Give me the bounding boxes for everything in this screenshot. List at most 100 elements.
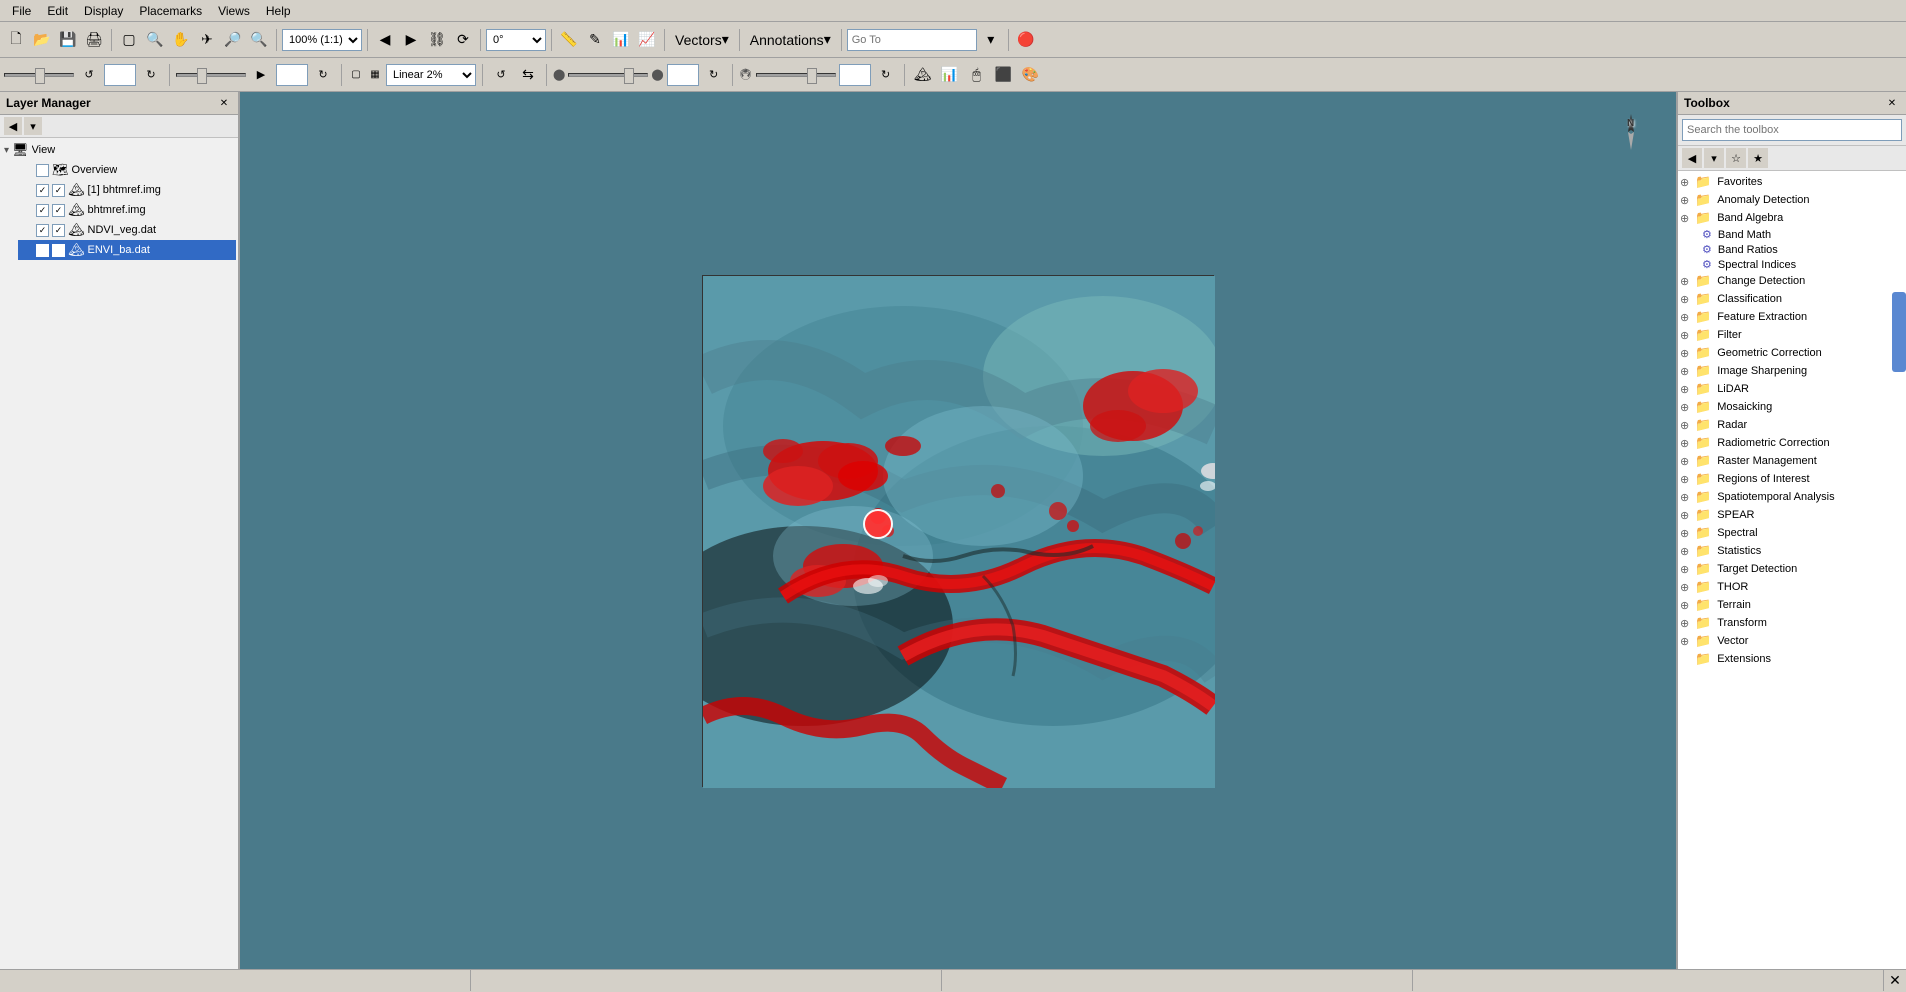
layer-overview-item[interactable]: 🗺 Overview	[18, 160, 236, 180]
ndvi-vis-checkbox[interactable]	[52, 224, 65, 237]
measure-button[interactable]: 📏	[557, 28, 581, 52]
layer-manager-close-button[interactable]: ✕	[216, 95, 232, 111]
toolbox-item-vector[interactable]: ⊕📁Vector	[1680, 632, 1904, 650]
toolbox-item-spectral[interactable]: ⊕📁Spectral	[1680, 524, 1904, 542]
toolbox-item-band_ratios[interactable]: ⚙Band Ratios	[1680, 242, 1904, 257]
bhtmref-vis-checkbox[interactable]	[52, 204, 65, 217]
status-close-button[interactable]: ✕	[1884, 970, 1906, 992]
contrast-sync-button[interactable]: ↻	[311, 63, 335, 87]
vectors-button[interactable]: Vectors ▾	[670, 28, 734, 52]
toolbox-item-statistics[interactable]: ⊕📁Statistics	[1680, 542, 1904, 560]
toolbox-item-terrain[interactable]: ⊕📁Terrain	[1680, 596, 1904, 614]
brightness-sync-button[interactable]: ↻	[139, 63, 163, 87]
menu-file[interactable]: File	[4, 2, 39, 20]
layer-envi-ba-item[interactable]: 🏔 ENVI_ba.dat	[18, 240, 236, 260]
toolbox-item-image_sharpening[interactable]: ⊕📁Image Sharpening	[1680, 362, 1904, 380]
menu-help[interactable]: Help	[258, 2, 299, 20]
pan-right-button[interactable]: ▶	[399, 28, 423, 52]
sharpen-reset-button[interactable]: ↻	[874, 63, 898, 87]
toolbox-item-spear[interactable]: ⊕📁SPEAR	[1680, 506, 1904, 524]
layer-ndvi-item[interactable]: 🏔 NDVI_veg.dat	[18, 220, 236, 240]
toolbox-close-button[interactable]: ✕	[1884, 95, 1900, 111]
layer-bhtmref1-item[interactable]: 🏔 [1] bhtmref.img	[18, 180, 236, 200]
layer-bhtmref-item[interactable]: 🏔 bhtmref.img	[18, 200, 236, 220]
toolbox-item-feature_extraction[interactable]: ⊕📁Feature Extraction	[1680, 308, 1904, 326]
profile-button[interactable]: 📈	[635, 28, 659, 52]
toolbox-item-favorites[interactable]: ⊕📁Favorites	[1680, 173, 1904, 191]
stretch-reset-button[interactable]: ↺	[489, 63, 513, 87]
bhtmref-checkbox[interactable]	[36, 204, 49, 217]
rotation-select[interactable]: 0°	[486, 29, 546, 51]
annotations-button[interactable]: Annotations ▾	[745, 28, 836, 52]
toolbox-item-lidar[interactable]: ⊕📁LiDAR	[1680, 380, 1904, 398]
stretch-apply-button[interactable]: ▦	[367, 63, 383, 87]
toolbox-item-spectral_indices[interactable]: ⚙Spectral Indices	[1680, 257, 1904, 272]
layer-style-button[interactable]: 🎨	[1019, 63, 1043, 87]
toolbox-scrollbar-thumb[interactable]	[1892, 292, 1906, 372]
select-tool-button[interactable]: ▢	[117, 28, 141, 52]
toolbox-item-raster_management[interactable]: ⊕📁Raster Management	[1680, 452, 1904, 470]
zoom-search-button[interactable]: 🔍	[247, 28, 271, 52]
brightness-value-input[interactable]: 50	[104, 64, 136, 86]
menu-placemarks[interactable]: Placemarks	[131, 2, 210, 20]
chip-button[interactable]: 🔴	[1014, 28, 1038, 52]
new-file-button[interactable]: 🗋	[4, 28, 28, 52]
print-button[interactable]: 🖨	[82, 28, 106, 52]
menu-edit[interactable]: Edit	[39, 2, 76, 20]
bhtmref1-vis-checkbox[interactable]	[52, 184, 65, 197]
toolbox-item-mosaicking[interactable]: ⊕📁Mosaicking	[1680, 398, 1904, 416]
save-file-button[interactable]: 💾	[56, 28, 80, 52]
menu-display[interactable]: Display	[76, 2, 131, 20]
pan-left-button[interactable]: ◀	[373, 28, 397, 52]
stretch-reverse-button[interactable]: ⇆	[516, 63, 540, 87]
map-area[interactable]: N	[240, 92, 1676, 969]
opacity-reset-button[interactable]: ↻	[702, 63, 726, 87]
toolbox-item-radar[interactable]: ⊕📁Radar	[1680, 416, 1904, 434]
toolbox-item-filter[interactable]: ⊕📁Filter	[1680, 326, 1904, 344]
sync-button[interactable]: ⟳	[451, 28, 475, 52]
histogram-button[interactable]: 📊	[938, 63, 962, 87]
envi-ba-vis-checkbox[interactable]	[52, 244, 65, 257]
toolbox-item-radiometric_correction[interactable]: ⊕📁Radiometric Correction	[1680, 434, 1904, 452]
goto-input[interactable]	[847, 29, 977, 51]
chip-export-button[interactable]: 🏔	[911, 63, 935, 87]
zoom-level-select[interactable]: 100% (1:1)	[282, 29, 362, 51]
toolbox-item-thor[interactable]: ⊕📁THOR	[1680, 578, 1904, 596]
toolbox-item-anomaly_detection[interactable]: ⊕📁Anomaly Detection	[1680, 191, 1904, 209]
toolbox-item-classification[interactable]: ⊕📁Classification	[1680, 290, 1904, 308]
goto-dropdown-button[interactable]: ▾	[979, 28, 1003, 52]
contrast-reset-button[interactable]: ▶	[249, 63, 273, 87]
zoom-out-button[interactable]: 🔎	[221, 28, 245, 52]
menu-views[interactable]: Views	[210, 2, 258, 20]
opacity-value-input[interactable]: 100	[667, 64, 699, 86]
open-file-button[interactable]: 📂	[30, 28, 54, 52]
bhtmref1-checkbox[interactable]	[36, 184, 49, 197]
layer-collapse-button[interactable]: ◀	[4, 117, 22, 135]
spectral-button[interactable]: 📊	[609, 28, 633, 52]
sharpen-value-input[interactable]: 80	[839, 64, 871, 86]
toolbox-item-transform[interactable]: ⊕📁Transform	[1680, 614, 1904, 632]
toolbox-item-regions_of_interest[interactable]: ⊕📁Regions of Interest	[1680, 470, 1904, 488]
toolbox-item-geometric_correction[interactable]: ⊕📁Geometric Correction	[1680, 344, 1904, 362]
zoom-in-button[interactable]: 🔍	[143, 28, 167, 52]
overview-checkbox[interactable]	[36, 164, 49, 177]
toolbox-collapse-all-button[interactable]: ◀	[1682, 148, 1702, 168]
layer-view-item[interactable]: ▾ 🖥 View	[2, 140, 236, 160]
annotation-button[interactable]: ✎	[583, 28, 607, 52]
envi-ba-checkbox[interactable]	[36, 244, 49, 257]
toolbox-item-change_detection[interactable]: ⊕📁Change Detection	[1680, 272, 1904, 290]
brightness-reset-button[interactable]: ↺	[77, 63, 101, 87]
toolbox-favorite-button[interactable]: ☆	[1726, 148, 1746, 168]
stretch-select[interactable]: Linear 2%	[386, 64, 476, 86]
chip-slice-button[interactable]: ⬛	[992, 63, 1016, 87]
pan-button[interactable]: ✋	[169, 28, 193, 52]
toolbox-item-band_algebra[interactable]: ⊕📁Band Algebra	[1680, 209, 1904, 227]
roam-button[interactable]: ✈	[195, 28, 219, 52]
contrast-value-input[interactable]: 20	[276, 64, 308, 86]
toolbox-item-target_detection[interactable]: ⊕📁Target Detection	[1680, 560, 1904, 578]
toolbox-item-extensions[interactable]: 📁Extensions	[1680, 650, 1904, 668]
toolbox-unfavorite-button[interactable]: ★	[1748, 148, 1768, 168]
toolbox-item-band_math[interactable]: ⚙Band Math	[1680, 227, 1904, 242]
stretch-options-button[interactable]: ▢	[348, 63, 364, 87]
cursor-value-button[interactable]: 🖱	[965, 63, 989, 87]
